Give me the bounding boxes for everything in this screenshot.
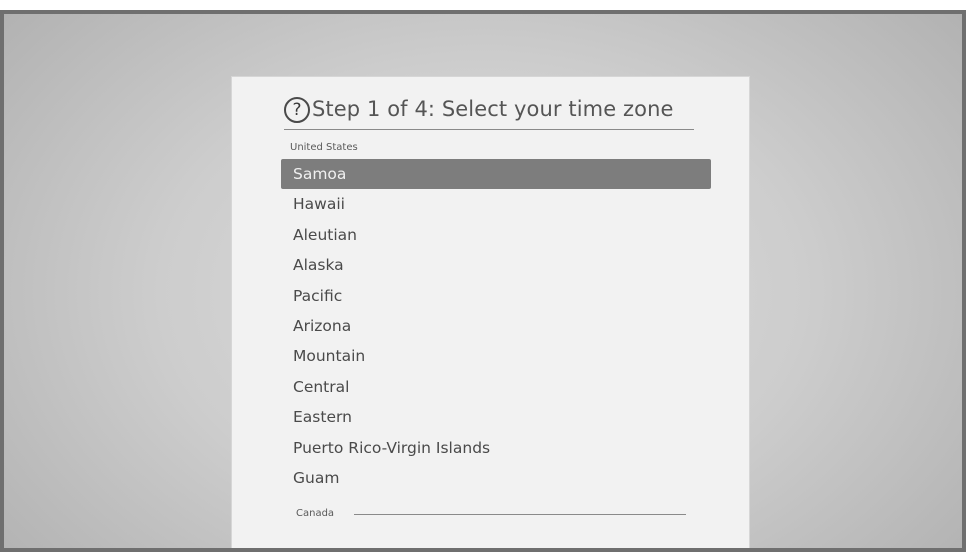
time-zone-item-pacific[interactable]: Pacific	[281, 281, 711, 311]
time-zone-item-mountain[interactable]: Mountain	[281, 341, 711, 371]
time-zone-item-central[interactable]: Central	[281, 372, 711, 402]
time-zone-item-puerto-rico-virgin-islands[interactable]: Puerto Rico-Virgin Islands	[281, 433, 711, 463]
time-zone-list: Samoa Hawaii Aleutian Alaska Pacific Ari…	[281, 159, 711, 493]
time-zone-item-eastern[interactable]: Eastern	[281, 402, 711, 432]
divider-line	[354, 514, 686, 515]
time-zone-item-alaska[interactable]: Alaska	[281, 250, 711, 280]
time-zone-item-arizona[interactable]: Arizona	[281, 311, 711, 341]
time-zone-dialog: ? Step 1 of 4: Select your time zone Uni…	[231, 76, 750, 548]
dialog-title: Step 1 of 4: Select your time zone	[312, 97, 674, 121]
help-icon[interactable]: ?	[284, 97, 310, 123]
section-divider-canada: Canada	[296, 507, 686, 521]
time-zone-item-aleutian[interactable]: Aleutian	[281, 220, 711, 250]
time-zone-item-hawaii[interactable]: Hawaii	[281, 189, 711, 219]
section-label-united-states: United States	[290, 142, 358, 153]
time-zone-item-guam[interactable]: Guam	[281, 463, 711, 493]
dialog-header: ? Step 1 of 4: Select your time zone	[284, 95, 694, 130]
tv-screen: ? Step 1 of 4: Select your time zone Uni…	[0, 10, 966, 552]
time-zone-item-samoa[interactable]: Samoa	[281, 159, 711, 190]
section-label-canada: Canada	[296, 507, 343, 521]
